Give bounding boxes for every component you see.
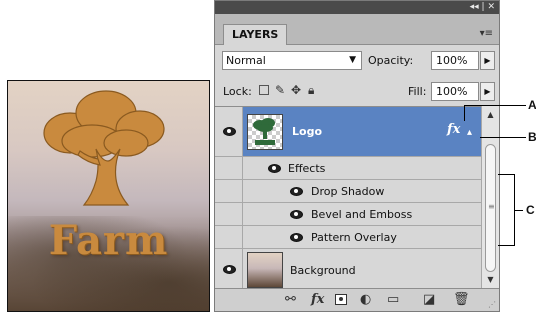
layer-name-logo[interactable]: Logo [292, 125, 322, 138]
callout-line-a-drop [464, 105, 465, 121]
layers-panel: ◂◂ | ✕ LAYERS ▾≡ Normal ▼ Opacity: 100% … [214, 0, 500, 312]
panel-tab-row: LAYERS ▾≡ [215, 14, 499, 45]
resize-grip-icon[interactable]: ⋰ [488, 300, 496, 309]
callout-line-b [480, 137, 526, 138]
effect-visibility-cell [215, 226, 243, 248]
grip-icon: ≡ [488, 202, 495, 211]
fx-icon[interactable]: fx [447, 122, 460, 137]
eye-icon[interactable] [290, 210, 303, 219]
fill-slider-button[interactable]: ▶ [480, 82, 495, 101]
scroll-up-arrow-icon[interactable]: ▲ [482, 108, 499, 122]
effect-row-drop-shadow[interactable]: Drop Shadow [215, 180, 481, 203]
eye-icon[interactable] [290, 187, 303, 196]
farm-logo-text: Farm [48, 217, 169, 264]
layer-list-scrollbar[interactable]: ▲ ≡ ▼ [481, 106, 499, 289]
opacity-slider-button[interactable]: ▶ [480, 51, 495, 70]
eye-icon [223, 265, 236, 274]
visibility-toggle[interactable] [215, 249, 243, 289]
effect-visibility-cell [215, 180, 243, 202]
panel-window-controls[interactable]: ◂◂ | ✕ [470, 1, 495, 14]
scroll-down-arrow-icon[interactable]: ▼ [482, 273, 499, 287]
effects-visibility-cell [215, 157, 243, 179]
panel-menu-icon[interactable]: ▾≡ [480, 28, 493, 39]
new-layer-icon[interactable]: ◪ [423, 292, 435, 307]
effects-label: Effects [288, 162, 326, 175]
lock-all-icon[interactable]: 🔒︎ [308, 83, 314, 98]
panel-bottom-toolbar: ⚯ fx ◐ ▭ ◪ 🗑︎ ⋰ [215, 288, 499, 311]
blend-mode-value: Normal [226, 54, 266, 67]
lock-label: Lock: [223, 85, 252, 98]
tab-layers[interactable]: LAYERS [223, 24, 287, 45]
expand-effects-arrow-icon[interactable]: ▴ [467, 127, 472, 138]
layer-row-logo[interactable]: Logo fx ▴ [215, 107, 481, 157]
mask-icon[interactable] [335, 294, 347, 305]
eye-icon[interactable] [268, 164, 281, 173]
chevron-down-icon: ▼ [349, 55, 356, 65]
callout-bracket-top [498, 174, 515, 175]
effect-row-pattern-overlay[interactable]: Pattern Overlay [215, 226, 481, 249]
trash-icon[interactable]: 🗑︎ [453, 292, 470, 307]
lock-image-pixels-icon[interactable]: ✎ [275, 83, 285, 97]
effect-row-bevel-emboss[interactable]: Bevel and Emboss [215, 203, 481, 226]
layer-effects-group[interactable]: Effects [215, 157, 481, 180]
eye-icon[interactable] [290, 233, 303, 242]
fill-label: Fill: [408, 85, 427, 98]
effect-visibility-cell [215, 203, 243, 225]
callout-label-c: C [526, 203, 535, 217]
panel-title-bar[interactable]: ◂◂ | ✕ [215, 1, 499, 14]
tree-thumbnail-icon [253, 118, 275, 145]
opacity-label: Opacity: [368, 54, 414, 67]
callout-line-c [515, 210, 523, 211]
callout-label-a: A [528, 98, 536, 112]
callout-label-b: B [528, 130, 536, 144]
layer-name-background[interactable]: Background [290, 264, 356, 277]
lock-position-icon[interactable]: ✥ [291, 83, 301, 97]
opacity-field[interactable]: 100% [431, 51, 479, 70]
effect-name-pattern-overlay: Pattern Overlay [311, 231, 397, 244]
callout-bracket-bottom [498, 245, 515, 246]
fill-field[interactable]: 100% [431, 82, 479, 101]
blend-mode-select[interactable]: Normal ▼ [222, 51, 362, 70]
add-layer-style-icon[interactable]: fx [311, 292, 324, 307]
lock-transparent-pixels-icon[interactable] [259, 85, 269, 95]
adjustment-layer-icon[interactable]: ◐ [360, 292, 371, 307]
tree-logo-graphic [43, 90, 165, 206]
scrollbar-thumb[interactable]: ≡ [485, 144, 496, 272]
link-icon[interactable]: ⚯ [285, 292, 296, 307]
layer-thumbnail-background [247, 252, 283, 288]
callout-line-a [464, 105, 526, 106]
layer-list: Logo fx ▴ Effects Drop Shadow Bevel and … [215, 106, 481, 290]
effect-name-bevel-emboss: Bevel and Emboss [311, 208, 413, 221]
visibility-toggle[interactable] [215, 107, 243, 156]
layer-row-background[interactable]: Background [215, 249, 481, 290]
eye-icon [223, 127, 236, 136]
layer-thumbnail-logo [247, 114, 283, 150]
document-canvas-image: Farm [7, 80, 210, 312]
effect-name-drop-shadow: Drop Shadow [311, 185, 385, 198]
folder-icon[interactable]: ▭ [387, 292, 399, 307]
